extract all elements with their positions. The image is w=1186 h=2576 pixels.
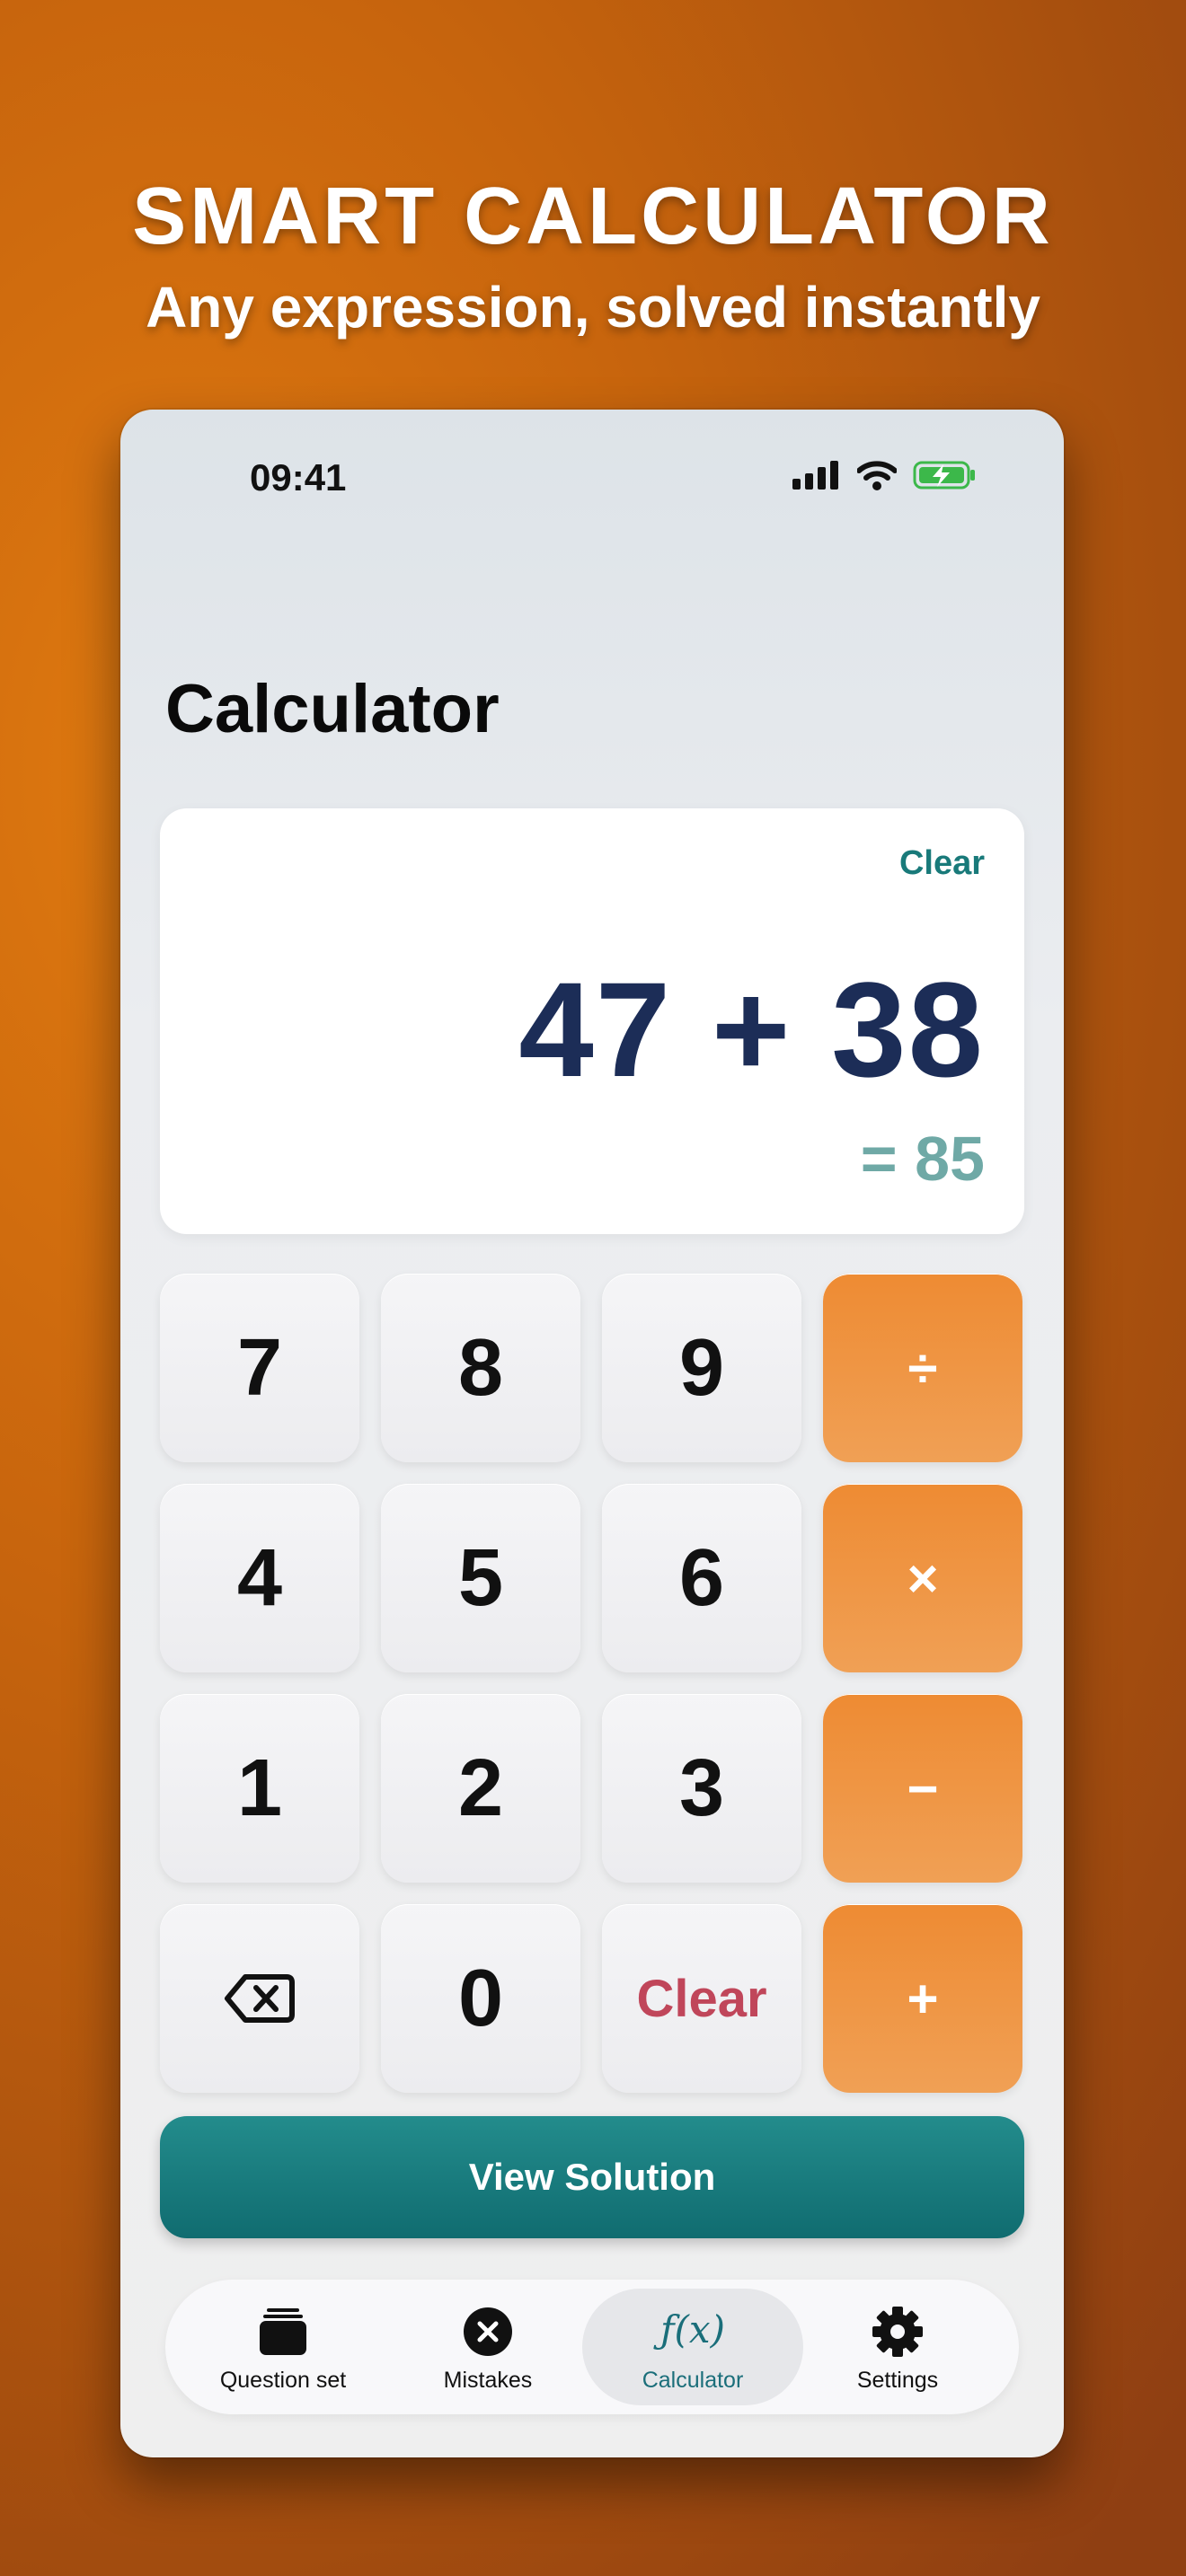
tab-label-settings: Settings <box>856 2368 939 2393</box>
key-6[interactable]: 6 <box>602 1484 801 1672</box>
key-divide[interactable]: ÷ <box>823 1274 1022 1462</box>
cellular-signal-icon <box>792 461 838 490</box>
key-backspace[interactable] <box>160 1904 359 2093</box>
tab-label-mistakes: Mistakes <box>443 2368 533 2393</box>
key-3[interactable]: 3 <box>602 1694 801 1883</box>
status-icons <box>792 460 978 490</box>
stack-icon <box>260 2308 306 2355</box>
gear-icon <box>872 2307 923 2357</box>
status-time: 09:41 <box>250 456 347 498</box>
tab-question-set[interactable]: Question set <box>173 2289 394 2405</box>
key-add[interactable]: + <box>823 1904 1022 2093</box>
marketing-title: SMART CALCULATOR <box>132 172 1054 261</box>
marketing-subtitle: Any expression, solved instantly <box>146 275 1040 340</box>
phone-screen: 09:41 Calculator Clear 47 + 38 = 85 7 8 … <box>120 410 1064 2457</box>
backspace-icon <box>225 1974 295 2023</box>
tab-mistakes[interactable]: Mistakes <box>377 2289 598 2405</box>
key-multiply[interactable]: × <box>823 1484 1022 1672</box>
key-1[interactable]: 1 <box>160 1694 359 1883</box>
tab-bar: Question set Mistakes ƒ(x) Calculator Se… <box>165 2280 1019 2414</box>
battery-charging-icon <box>913 461 975 490</box>
key-0[interactable]: 0 <box>381 1904 580 2093</box>
key-9[interactable]: 9 <box>602 1274 801 1462</box>
page-title: Calculator <box>165 671 500 747</box>
view-solution-button[interactable]: View Solution <box>160 2116 1024 2238</box>
tab-calculator[interactable]: ƒ(x) Calculator <box>582 2289 803 2405</box>
key-8[interactable]: 8 <box>381 1274 580 1462</box>
tab-label-calculator: Calculator <box>642 2368 744 2393</box>
expression-text: 47 + 38 <box>518 954 985 1105</box>
key-5[interactable]: 5 <box>381 1484 580 1672</box>
result-text: = 85 <box>860 1124 985 1194</box>
key-subtract[interactable]: − <box>823 1694 1022 1883</box>
function-icon: ƒ(x) <box>659 2307 725 2351</box>
calculator-display: Clear 47 + 38 = 85 <box>160 808 1024 1234</box>
key-clear[interactable]: Clear <box>602 1904 801 2093</box>
display-clear-button[interactable]: Clear <box>899 844 985 883</box>
key-2[interactable]: 2 <box>381 1694 580 1883</box>
wifi-icon <box>857 461 897 490</box>
keypad: 7 8 9 ÷ 4 5 6 × 1 2 3 − 0 Clear + <box>160 1274 1024 2093</box>
tab-label-question-set: Question set <box>219 2368 347 2393</box>
tab-settings[interactable]: Settings <box>787 2289 1008 2405</box>
key-7[interactable]: 7 <box>160 1274 359 1462</box>
key-4[interactable]: 4 <box>160 1484 359 1672</box>
x-circle-icon <box>464 2307 512 2356</box>
